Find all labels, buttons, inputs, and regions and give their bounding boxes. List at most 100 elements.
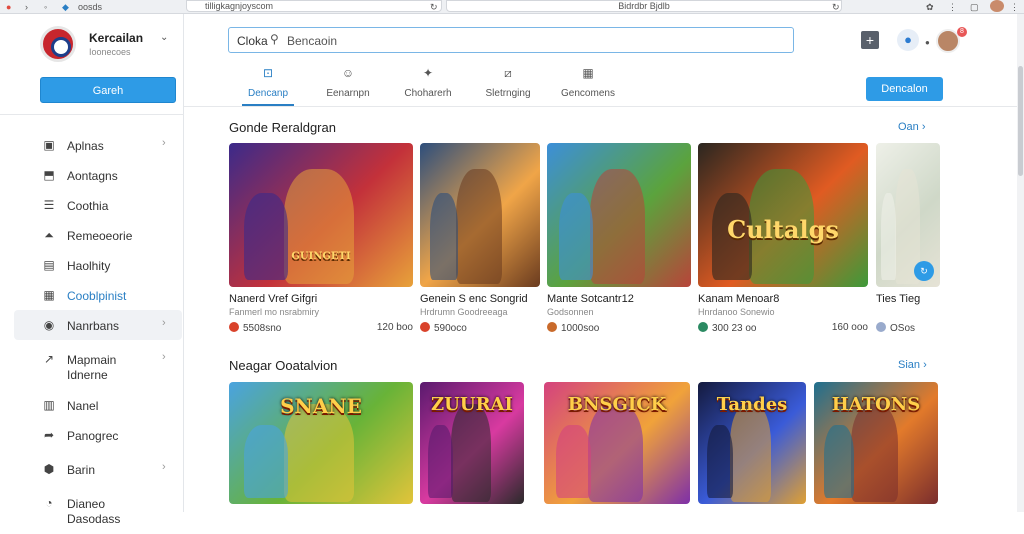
add-icon[interactable]: + (861, 31, 879, 49)
game-thumbnail[interactable]: BNSGICK (544, 382, 690, 504)
tab[interactable]: ☺ Eenarnpn (308, 62, 388, 106)
sidebar: Kercailan Ioonecoes ⌄ Gareh ▣ Aplnas › ⬒ Aon… (0, 14, 184, 526)
list-icon: ☰ (43, 198, 55, 212)
tab[interactable]: ✦ Choharerh (388, 62, 468, 106)
search-prefix: Cloka (237, 34, 268, 48)
game-thumbnail[interactable] (547, 143, 691, 287)
game-thumbnail[interactable]: GUINGETI (229, 143, 413, 287)
close-dot-icon[interactable]: ● (6, 2, 11, 12)
game-thumbnail[interactable]: Cultalgs (698, 143, 868, 287)
chart-icon: ▤ (43, 258, 55, 272)
brand[interactable]: Kercailan Ioonecoes ⌄ (40, 26, 180, 62)
tab-bar: ⊡ Dencanp ☺ Eenarnpn ✦ Choharerh ⧄ Sletrnging ▦ G… (228, 62, 628, 106)
window-icon[interactable]: ▢ (970, 2, 979, 12)
game-thumbnail[interactable]: ↻ (876, 143, 940, 287)
upload-icon: ⏶ (44, 228, 54, 242)
see-all-link[interactable]: Sian › (898, 359, 927, 371)
forward-icon[interactable]: › (25, 2, 28, 12)
sidebar-item-label: Barin (67, 463, 96, 477)
sidebar-item[interactable]: ☰ Coothia (14, 190, 182, 220)
game-title: Nanerd Vref Gifgri (229, 293, 318, 305)
section-title: Gonde Reraldgran (229, 120, 336, 135)
sidebar-item[interactable]: ↗ Mapmain Idnerne › (14, 344, 182, 390)
tab[interactable]: ▦ Gencomens (548, 62, 628, 106)
tab-label: Choharerh (404, 88, 452, 99)
rating-icon (229, 322, 239, 332)
cta-button[interactable]: Dencalon (866, 77, 943, 101)
character-figure (558, 193, 594, 280)
calendar-icon: ▦ (43, 288, 55, 302)
sidebar-item[interactable]: ➦ Panogrec (14, 420, 182, 450)
game-thumbnail[interactable] (420, 143, 540, 287)
refresh-icon[interactable]: ↻ (832, 2, 840, 12)
tab-label: Gencomens (561, 88, 615, 99)
tab-icon: ☺ (341, 66, 355, 80)
game-title: Genein S enc Songrid (420, 293, 528, 305)
sidebar-item[interactable]: ▥ Nanel (14, 390, 182, 420)
character-figure (590, 168, 645, 285)
nav-icon[interactable]: ◦ (44, 2, 47, 12)
game-meta-2: 160 ooo (831, 322, 868, 333)
sidebar-item[interactable]: ⬢ Barin › (14, 454, 182, 484)
search-input[interactable]: Cloka ⚲ Bencaoin (228, 27, 794, 53)
game-meta-2: 120 boo (376, 322, 413, 333)
sidebar-item[interactable]: ▤ Haolhity (14, 250, 182, 280)
game-meta-text: 5508sno (243, 323, 282, 334)
sidebar-item-label: Panogrec (67, 429, 119, 443)
extension-icon[interactable]: ✿ (926, 2, 934, 12)
game-logo-text: GUINGETI (291, 251, 351, 262)
sidebar-item[interactable]: ◔ Dianeo Dasodass (14, 488, 182, 534)
chevron-down-icon[interactable]: ⌄ (160, 32, 168, 43)
sidebar-item-label: Dianeo (67, 497, 106, 511)
trend-icon: ↗ (43, 352, 55, 366)
menu-icon[interactable]: ⋮ (948, 2, 957, 12)
game-title: Mante Sotcantr12 (547, 293, 634, 305)
play-icon[interactable]: ↻ (914, 261, 934, 281)
character-figure (451, 403, 491, 502)
active-tab[interactable]: Bidrdbr Bjdlb (446, 0, 842, 12)
brand-subtitle: Ioonecoes (89, 47, 131, 57)
url-bar[interactable]: tilligkagnjoyscom (186, 0, 442, 12)
see-all-link[interactable]: Oan › (898, 121, 926, 133)
book-icon: ▥ (43, 398, 55, 412)
scrollbar-thumb[interactable] (1018, 66, 1023, 176)
sidebar-item[interactable]: ⬒ Aontagns (14, 160, 182, 190)
game-meta-text: 300 23 oo (712, 323, 757, 334)
game-thumbnail[interactable]: ZUURAI (420, 382, 524, 504)
game-thumbnail[interactable]: HATONS (814, 382, 938, 504)
game-title: Ties Tieg (876, 293, 921, 305)
profile-avatar[interactable] (990, 0, 1004, 12)
sidebar-item[interactable]: ◉ Nanrbans › (14, 310, 182, 340)
character-figure (284, 168, 355, 285)
more-icon[interactable]: ⋮ (1010, 2, 1019, 12)
see-all-label: Sian (898, 359, 921, 371)
search-icon[interactable]: ⚲ (270, 32, 279, 46)
game-thumbnail[interactable]: Tandes (698, 382, 806, 504)
character-figure (730, 403, 772, 502)
sidebar-primary-button[interactable]: Gareh (40, 77, 176, 103)
character-figure (456, 168, 502, 285)
tab[interactable]: ⊡ Dencanp (228, 62, 308, 106)
sidebar-item[interactable]: ⏶ Remeoeorie (14, 220, 182, 250)
sidebar-item[interactable]: ▣ Aplnas › (14, 130, 182, 160)
sidebar-item[interactable]: ▦ Cooblpinist (14, 280, 182, 310)
chevron-right-icon: › (162, 137, 166, 149)
tab-label: Sletrnging (485, 88, 531, 99)
character-figure (587, 403, 644, 502)
logo-icon (40, 26, 76, 62)
tab-icon: ✦ (422, 66, 434, 80)
tab-label: Eenarnpn (326, 88, 370, 99)
reload-icon[interactable]: ↻ (430, 2, 438, 12)
see-all-label: Oan (898, 121, 919, 133)
rating-icon (420, 322, 430, 332)
share-icon: ➦ (43, 428, 55, 442)
game-logo-text: HATONS (831, 394, 921, 415)
character-figure (851, 403, 899, 502)
game-meta: OSos (876, 322, 915, 334)
game-thumbnail[interactable]: SNANE (229, 382, 413, 504)
game-meta-text: 590oco (434, 323, 467, 334)
scrollbar[interactable] (1017, 14, 1024, 512)
tab[interactable]: ⧄ Sletrnging (468, 62, 548, 106)
user-icon[interactable]: ● (897, 29, 919, 51)
shield-icon: ◆ (62, 2, 69, 12)
